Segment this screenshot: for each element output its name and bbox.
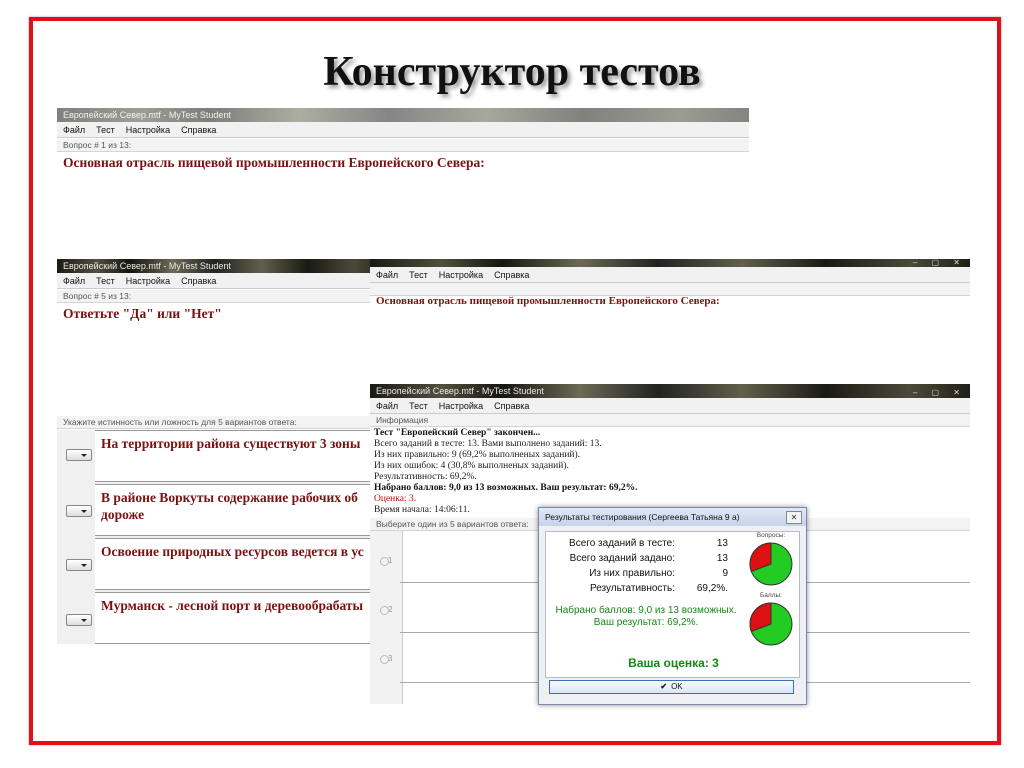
close-button[interactable]: ✕ — [786, 511, 802, 524]
question-counter: Вопрос # 5 из 13: — [57, 290, 387, 303]
info-line: Оценка: 3. — [374, 494, 417, 504]
checkmark-icon: ✔ — [660, 682, 668, 691]
menubar: Файл Тест Настройка Справка — [57, 122, 749, 138]
stat-value: 69,2%. — [696, 583, 728, 594]
grade-label: Ваша оценка: 3 — [628, 656, 719, 670]
score-line: Набрано баллов: 9,0 из 13 возможных. — [555, 605, 737, 616]
menu-settings[interactable]: Настройка — [439, 401, 483, 411]
dialog-body: Всего заданий в тесте: 13 Всего заданий … — [545, 531, 800, 678]
window-question-5: Европейский Север.mtf - MyTest Student Ф… — [57, 259, 387, 644]
truth-dropdown[interactable] — [66, 505, 92, 517]
menubar: Файл Тест Настройка Справка — [370, 267, 970, 283]
question-text: Ответьте "Да" или "Нет" — [63, 306, 222, 321]
window-title: Европейский Север.mtf - MyTest Student — [63, 110, 231, 120]
menubar: Файл Тест Настройка Справка — [370, 398, 970, 414]
question-text: Основная отрасль пищевой промышленности … — [376, 295, 720, 307]
info-line: Из них правильно: 9 (69,2% выполненых за… — [374, 450, 581, 460]
info-line: Набрано баллов: 9,0 из 13 возможных. Ваш… — [374, 483, 638, 493]
info-line: Результативность: 69,2%. — [374, 472, 477, 482]
truth-dropdown[interactable] — [66, 559, 92, 571]
answer-text: В районе Воркуты содержание рабочих об до… — [101, 490, 358, 522]
truth-dropdown[interactable] — [66, 449, 92, 461]
menu-file[interactable]: Файл — [63, 125, 85, 135]
menu-file[interactable]: Файл — [376, 401, 398, 411]
menu-file[interactable]: Файл — [63, 276, 85, 286]
stat-label: Результативность: — [589, 583, 675, 594]
stat-label: Всего заданий задано: — [569, 553, 675, 564]
stat-value: 9 — [722, 568, 728, 579]
answer-option: На территории района существуют 3 зоны — [95, 430, 387, 482]
truth-dropdown[interactable] — [66, 614, 92, 626]
menu-file[interactable]: Файл — [376, 270, 398, 280]
menu-test[interactable]: Тест — [96, 125, 115, 135]
answer-option: В районе Воркуты содержание рабочих об до… — [95, 484, 387, 536]
menu-settings[interactable]: Настройка — [126, 125, 170, 135]
result-line: Ваш результат: 69,2%. — [593, 617, 699, 628]
answer-text: На территории района существуют 3 зоны — [101, 436, 361, 451]
menu-help[interactable]: Справка — [181, 125, 216, 135]
menu-help[interactable]: Справка — [494, 401, 529, 411]
ok-button[interactable]: ✔ OK — [549, 680, 794, 694]
option-radio[interactable] — [380, 655, 389, 664]
window-titlebar: ‒ ▢ ✕ — [370, 259, 970, 267]
window-titlebar: Европейский Север.mtf - MyTest Student ‒ … — [370, 384, 970, 398]
pie-label-points: Баллы: — [760, 592, 782, 599]
option-radio[interactable] — [380, 557, 389, 566]
ok-label: OK — [671, 682, 683, 691]
menu-help[interactable]: Справка — [494, 270, 529, 280]
question-text: Основная отрасль пищевой промышленности … — [63, 155, 485, 170]
results-dialog: Результаты тестирования (Сергеева Татьян… — [538, 507, 807, 705]
menu-test[interactable]: Тест — [96, 276, 115, 286]
menu-test[interactable]: Тест — [409, 401, 428, 411]
info-line: Всего заданий в тесте: 13. Вами выполнен… — [374, 439, 602, 449]
menu-settings[interactable]: Настройка — [439, 270, 483, 280]
window-titlebar: Европейский Север.mtf - MyTest Student — [57, 259, 387, 273]
info-line: Из них ошибок: 4 (30,8% выполненых задан… — [374, 461, 569, 471]
menu-help[interactable]: Справка — [181, 276, 216, 286]
option-radio[interactable] — [380, 606, 389, 615]
answer-option: Освоение природных ресурсов ведется в ус — [95, 538, 387, 590]
info-line: Время начала: 14:06:11. — [374, 505, 470, 515]
stat-label: Из них правильно: — [589, 568, 675, 579]
info-header: Информация — [370, 414, 970, 427]
window-title: Европейский Север.mtf - MyTest Student — [376, 386, 544, 396]
answer-text: Мурманск - лесной порт и деревообрабаты — [101, 598, 364, 613]
menubar: Файл Тест Настройка Справка — [57, 273, 387, 289]
stat-label: Всего заданий в тесте: — [569, 538, 675, 549]
dialog-title: Результаты тестирования (Сергеева Татьян… — [539, 508, 806, 526]
stat-value: 13 — [716, 538, 728, 549]
stat-value: 13 — [716, 553, 728, 564]
slide-title: Конструктор тестов — [323, 49, 701, 95]
question-counter: Вопрос # 1 из 13: — [57, 139, 749, 152]
window-question-1-copy: ‒ ▢ ✕ Файл Тест Настройка Справка Основная … — [370, 259, 970, 385]
points-pie-chart — [749, 602, 793, 646]
window-title: Европейский Север.mtf - MyTest Student — [63, 261, 231, 271]
window-question-1: Европейский Север.mtf - MyTest Student Ф… — [57, 108, 749, 258]
menu-test[interactable]: Тест — [409, 270, 428, 280]
questions-pie-chart — [749, 542, 793, 586]
answer-option: Мурманск - лесной порт и деревообрабаты — [95, 592, 387, 644]
answer-instruction: Укажите истинность или ложность для 5 ва… — [57, 416, 387, 429]
answer-text: Освоение природных ресурсов ведется в ус — [101, 544, 364, 559]
menu-settings[interactable]: Настройка — [126, 276, 170, 286]
info-line: Тест "Европейский Север" закончен... — [374, 428, 541, 438]
pie-label-questions: Вопросы: — [756, 532, 786, 539]
window-titlebar: Европейский Север.mtf - MyTest Student — [57, 108, 749, 122]
